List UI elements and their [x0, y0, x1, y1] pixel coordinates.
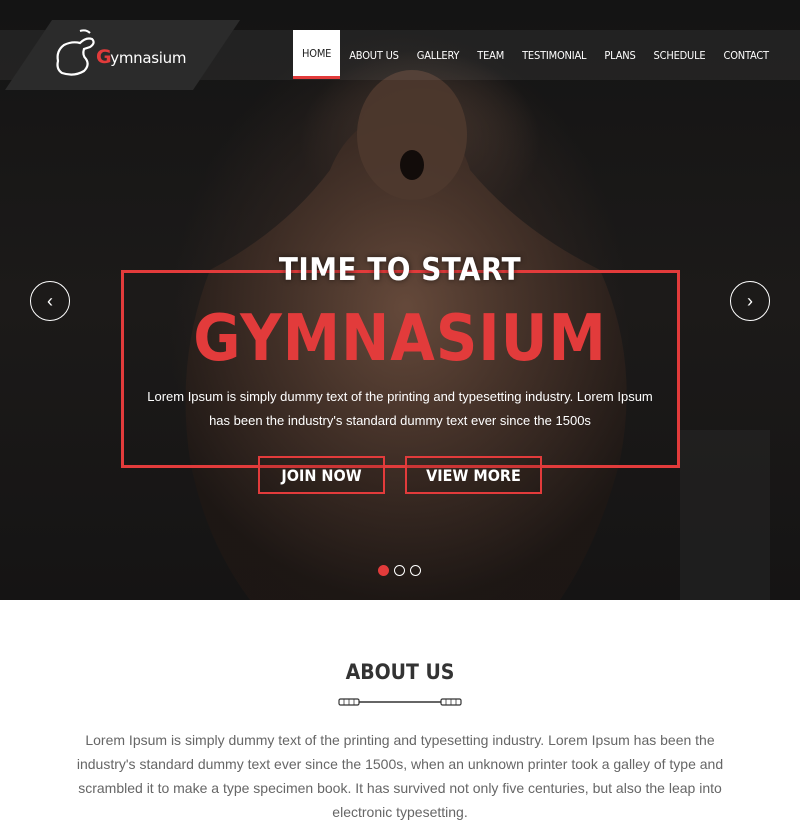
slide-dot-2[interactable] — [394, 565, 405, 576]
nav-schedule[interactable]: SCHEDULE — [645, 30, 715, 80]
main-navigation: HOME ABOUT US GALLERY TEAM TESTIMONIAL P… — [293, 30, 778, 80]
next-slide-button[interactable]: › — [730, 281, 770, 321]
prev-slide-button[interactable]: ‹ — [30, 281, 70, 321]
brand-initial: G — [96, 46, 112, 68]
slide-indicators — [378, 565, 421, 576]
about-text: Lorem Ipsum is simply dummy text of the … — [76, 732, 724, 820]
about-title: ABOUT US — [345, 660, 455, 684]
slide-dot-3[interactable] — [410, 565, 421, 576]
brand-name-rest: ymnasium — [110, 49, 187, 67]
nav-testimonial[interactable]: TESTIMONIAL — [513, 30, 595, 80]
chevron-left-icon: ‹ — [47, 290, 53, 311]
chevron-right-icon: › — [747, 290, 753, 311]
hero-kicker-text: TIME TO START — [278, 252, 522, 288]
brand-name: Gymnasium — [96, 46, 186, 68]
join-now-button[interactable]: JOIN NOW — [258, 456, 385, 494]
hero-slider: Gymnasium HOME ABOUT US GALLERY TEAM TES… — [0, 0, 800, 600]
nav-home[interactable]: HOME — [293, 30, 341, 79]
nav-about-us[interactable]: ABOUT US — [340, 30, 408, 80]
view-more-button[interactable]: VIEW MORE — [405, 456, 542, 494]
nav-plans[interactable]: PLANS — [595, 30, 644, 80]
nav-team[interactable]: TEAM — [468, 30, 513, 80]
hero-title: GYMNASIUM — [193, 302, 607, 376]
nav-gallery[interactable]: GALLERY — [408, 30, 469, 80]
hero-description: Lorem Ipsum is simply dummy text of the … — [147, 389, 653, 428]
brand-logo[interactable]: Gymnasium — [52, 28, 186, 82]
slide-dot-1[interactable] — [378, 565, 389, 576]
flexed-arm-icon — [56, 29, 95, 76]
barbell-divider-icon — [338, 698, 462, 706]
nav-contact[interactable]: CONTACT — [714, 30, 777, 80]
hero-kicker: TIME TO START — [0, 252, 800, 288]
